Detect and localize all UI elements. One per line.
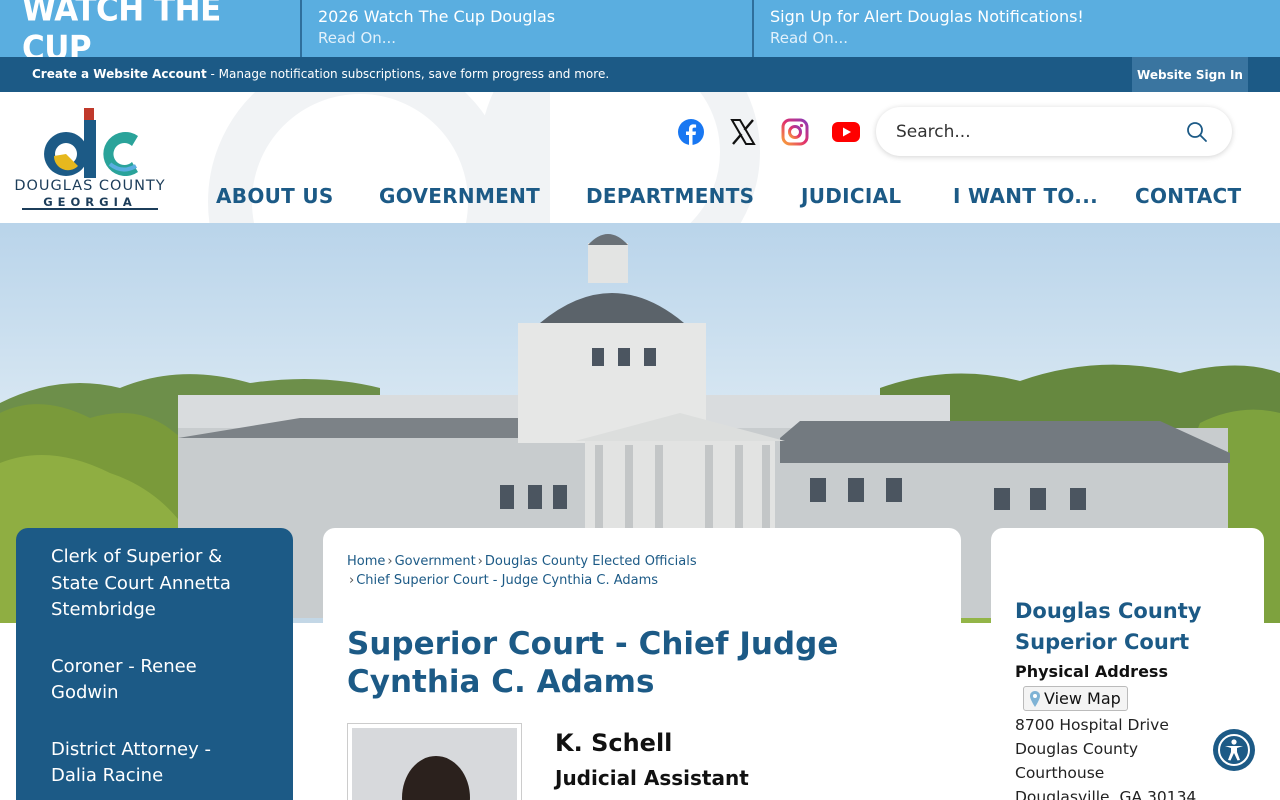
watch-the-cup-brand[interactable]: WATCH THE CUP bbox=[0, 0, 300, 67]
breadcrumb-elected-officials[interactable]: Douglas County Elected Officials bbox=[485, 554, 697, 569]
search-box bbox=[876, 107, 1232, 156]
alert-bar: WATCH THE CUP 2026 Watch The Cup Douglas… bbox=[0, 0, 1280, 67]
douglas-county-logo[interactable]: DOUGLAS COUNTY GEORGIA bbox=[14, 106, 166, 210]
x-icon bbox=[730, 119, 756, 145]
sidebar-item-district-attorney[interactable]: District Attorney - Dalia Racine bbox=[51, 737, 261, 790]
breadcrumb-government[interactable]: Government bbox=[395, 554, 476, 569]
nav-government[interactable]: GOVERNMENT bbox=[379, 184, 540, 208]
create-account-link[interactable]: Create a Website Account bbox=[32, 67, 207, 81]
logo-state-name: GEORGIA bbox=[43, 195, 137, 209]
physical-address-label: Physical Address bbox=[1015, 662, 1168, 681]
sidebar-item-clerk[interactable]: Clerk of Superior & State Court Annetta … bbox=[51, 544, 261, 624]
website-sign-in-button[interactable]: Website Sign In bbox=[1132, 57, 1248, 92]
staff-name: K. Schell bbox=[555, 729, 673, 757]
account-description: - Manage notification subscriptions, sav… bbox=[206, 67, 610, 81]
instagram-icon bbox=[781, 118, 809, 146]
alert-item-notifications[interactable]: Sign Up for Alert Douglas Notifications!… bbox=[752, 0, 1280, 57]
sidebar-item-coroner[interactable]: Coroner - Renee Godwin bbox=[51, 654, 261, 707]
nav-departments[interactable]: DEPARTMENTS bbox=[586, 184, 754, 208]
instagram-link[interactable] bbox=[780, 117, 810, 147]
dc-logo-mark-icon bbox=[44, 108, 138, 178]
address-line: Douglasville, GA 30134 bbox=[1015, 788, 1197, 800]
search-icon[interactable] bbox=[1186, 121, 1208, 143]
panel-title: Douglas County Superior Court bbox=[1015, 599, 1202, 654]
account-bar: Create a Website Account - Manage notifi… bbox=[0, 57, 1280, 92]
accessibility-icon bbox=[1218, 734, 1250, 766]
facebook-icon bbox=[678, 119, 704, 145]
accessibility-button[interactable] bbox=[1213, 729, 1255, 771]
alert-read-more-link[interactable]: Read On... bbox=[770, 27, 1280, 49]
logo-divider bbox=[22, 208, 158, 210]
account-message: Create a Website Account - Manage notifi… bbox=[32, 67, 609, 81]
nav-i-want-to[interactable]: I WANT TO... bbox=[953, 184, 1098, 208]
alert-title[interactable]: 2026 Watch The Cup Douglas bbox=[318, 7, 752, 27]
breadcrumb-separator: › bbox=[349, 573, 355, 588]
main-content: Home › Government › Douglas County Elected O… bbox=[323, 528, 961, 800]
breadcrumb-home[interactable]: Home bbox=[347, 554, 385, 569]
alert-read-more-link[interactable]: Read On... bbox=[318, 27, 752, 49]
map-pin-icon bbox=[1030, 690, 1040, 707]
logo-county-name: DOUGLAS COUNTY bbox=[14, 178, 166, 194]
staff-photo bbox=[347, 723, 522, 800]
search-input[interactable] bbox=[896, 118, 1176, 146]
youtube-icon bbox=[832, 122, 860, 142]
sidebar-nav: Clerk of Superior & State Court Annetta … bbox=[16, 528, 293, 800]
alert-item-watch-cup[interactable]: 2026 Watch The Cup Douglas Read On... bbox=[300, 0, 752, 57]
nav-about-us[interactable]: ABOUT US bbox=[216, 184, 334, 208]
view-map-label: View Map bbox=[1044, 689, 1121, 708]
alert-title[interactable]: Sign Up for Alert Douglas Notifications! bbox=[770, 7, 1280, 27]
youtube-link[interactable] bbox=[831, 117, 861, 147]
facebook-link[interactable] bbox=[676, 117, 706, 147]
page-title: Superior Court - Chief Judge Cynthia C. … bbox=[347, 626, 839, 700]
staff-photo-image bbox=[352, 728, 517, 800]
nav-judicial[interactable]: JUDICIAL bbox=[801, 184, 901, 208]
breadcrumb-current-page[interactable]: Chief Superior Court - Judge Cynthia C. … bbox=[356, 573, 658, 588]
view-map-button[interactable]: View Map bbox=[1023, 686, 1128, 711]
breadcrumb-separator: › bbox=[477, 554, 483, 569]
site-header: DOUGLAS COUNTY GEORGIA Search... ABOUT U… bbox=[0, 92, 1280, 223]
breadcrumb: Home › Government › Douglas County Elected O… bbox=[347, 552, 937, 590]
staff-role: Judicial Assistant bbox=[555, 766, 749, 790]
person-silhouette bbox=[402, 756, 470, 800]
breadcrumb-separator: › bbox=[387, 554, 393, 569]
nav-contact[interactable]: CONTACT bbox=[1135, 184, 1241, 208]
x-twitter-link[interactable] bbox=[728, 117, 758, 147]
